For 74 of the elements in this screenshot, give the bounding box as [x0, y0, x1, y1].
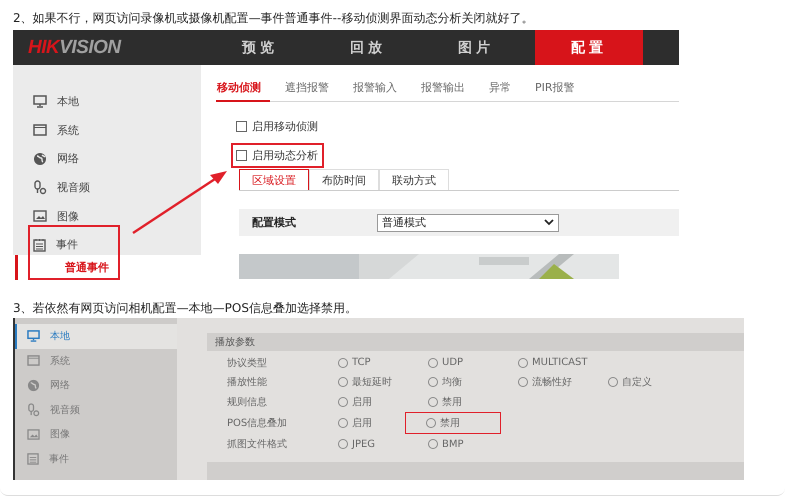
radio-label: 最短延时 — [352, 376, 392, 390]
microphone-icon — [27, 402, 40, 417]
sidebar-item[interactable]: 网络 — [13, 144, 201, 174]
tab[interactable]: 报警输出 — [420, 80, 474, 102]
globe-icon — [27, 378, 40, 392]
radio-label: 启用 — [352, 416, 372, 430]
microphone-icon — [33, 180, 47, 195]
mode-dropdown[interactable]: 普通模式 — [377, 214, 559, 232]
calendar-icon — [27, 452, 39, 466]
sidebar-item[interactable]: 本地 — [13, 87, 201, 116]
tab[interactable]: 遮挡报警 — [284, 80, 338, 102]
calendar-icon — [33, 238, 46, 252]
radio-button[interactable] — [428, 397, 438, 408]
sidebar-item[interactable]: 视音频 — [13, 173, 201, 202]
tab[interactable]: 报警输入 — [352, 80, 406, 102]
checkbox-label: 启用移动侦测 — [252, 119, 318, 134]
radio-label: 禁用 — [440, 416, 460, 430]
radio-label: 流畅性好 — [532, 376, 572, 390]
tab[interactable]: 移动侦测 — [216, 80, 270, 102]
checkbox-label: 启用动态分析 — [252, 148, 318, 163]
sidebar-item[interactable]: 系统 — [13, 116, 201, 144]
radio-button[interactable] — [428, 358, 438, 368]
field-label: 规则信息 — [226, 396, 268, 410]
nav-tab[interactable]: 图片 — [422, 30, 530, 65]
nav-tab[interactable]: 回放 — [314, 30, 422, 65]
nav-tab[interactable]: 配置 — [535, 30, 643, 65]
step-tab[interactable]: 区域设置 — [239, 169, 309, 190]
radio-button[interactable] — [338, 377, 348, 388]
radio-label: 禁用 — [442, 396, 462, 410]
field-label: 协议类型 — [226, 356, 268, 370]
radio-label: 均衡 — [442, 376, 462, 390]
monitor-icon — [33, 94, 47, 108]
radio-button[interactable] — [428, 439, 438, 450]
checkbox[interactable] — [236, 121, 247, 132]
radio-label: MULTICAST — [532, 357, 588, 368]
radio-button[interactable] — [426, 418, 436, 428]
radio-button[interactable] — [338, 397, 348, 408]
radio-button[interactable] — [428, 377, 438, 388]
tab[interactable]: PIR报警 — [534, 80, 584, 102]
radio-button[interactable] — [518, 358, 528, 368]
chevron-down-icon — [544, 219, 554, 226]
tab[interactable]: 异常 — [488, 80, 520, 102]
radio-label: UDP — [442, 357, 464, 368]
radio-label: 自定义 — [622, 376, 652, 390]
instruction-text: 3、若依然有网页访问相机配置—本地—POS信息叠加选择禁用。 — [12, 300, 358, 315]
nav-tab[interactable]: 预览 — [206, 30, 314, 65]
radio-label: BMP — [442, 438, 464, 450]
image-icon — [27, 428, 40, 440]
radio-label: 启用 — [352, 396, 372, 410]
radio-label: JPEG — [352, 438, 376, 450]
step-tab[interactable]: 布防时间 — [309, 169, 379, 190]
monitor-icon — [27, 330, 40, 342]
image-icon — [33, 210, 47, 222]
radio-button[interactable] — [608, 377, 618, 388]
checkbox[interactable] — [236, 150, 247, 161]
config-label: 配置模式 — [252, 215, 296, 230]
globe-icon — [33, 152, 47, 166]
instruction-text: 2、如果不行，网页访问录像机或摄像机配置—事件普通事件--移动侦测界面动态分析关闭就好了。 — [12, 10, 534, 27]
window-icon — [27, 355, 40, 366]
radio-label: TCP — [352, 357, 371, 368]
sidebar-item[interactable]: 图像 — [13, 202, 201, 230]
field-label: POS信息叠加 — [226, 416, 288, 430]
logo: HIKVISION — [27, 36, 122, 58]
sidebar-subitem[interactable]: 普通事件 — [15, 255, 201, 280]
radio-button[interactable] — [338, 439, 348, 450]
radio-button[interactable] — [338, 418, 348, 428]
radio-button[interactable] — [338, 358, 348, 368]
sidebar-item[interactable]: 本地 — [15, 324, 177, 348]
section-header: 播放参数 — [207, 333, 744, 351]
radio-button[interactable] — [518, 377, 528, 388]
field-label: 播放性能 — [226, 376, 268, 390]
field-label: 抓图文件格式 — [226, 438, 288, 452]
step-tab[interactable]: 联动方式 — [379, 169, 449, 190]
window-icon — [33, 124, 47, 136]
